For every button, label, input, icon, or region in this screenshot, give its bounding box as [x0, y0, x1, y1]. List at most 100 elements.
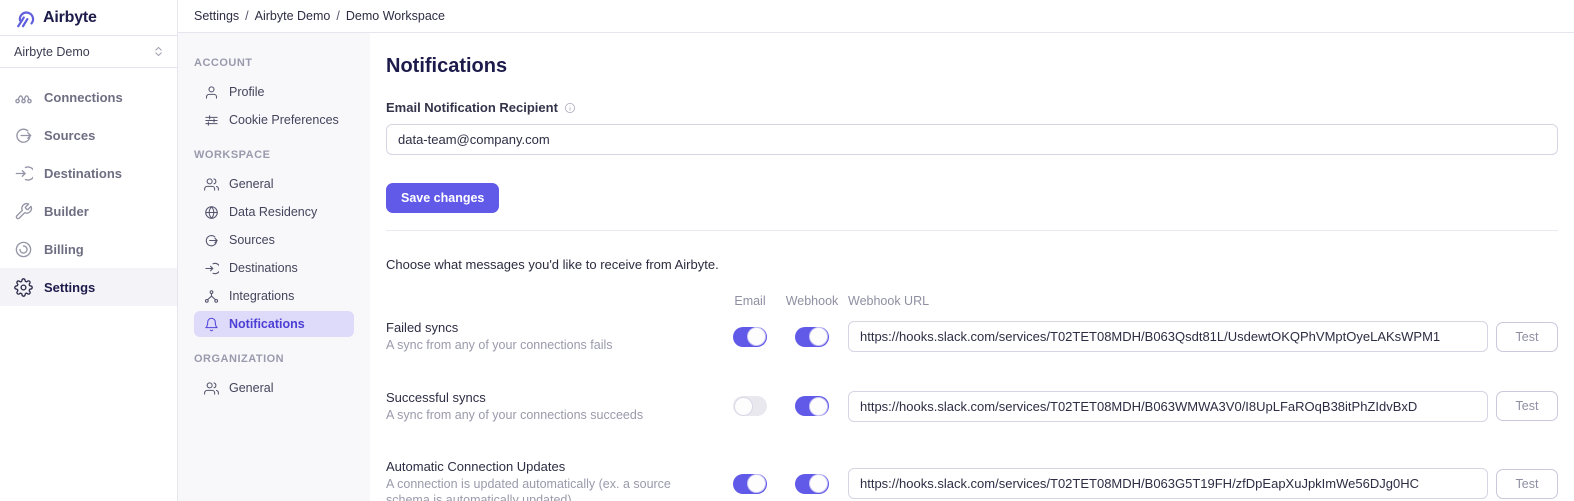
settings-nav-item-profile[interactable]: Profile: [194, 79, 354, 105]
user-icon: [204, 85, 219, 100]
info-icon[interactable]: [564, 102, 576, 114]
sidebar-item-label: Builder: [44, 204, 89, 219]
section-title: ACCOUNT: [194, 57, 354, 69]
webhook-column-header: Webhook: [784, 294, 840, 308]
settings-nav-item-destinations[interactable]: Destinations: [194, 255, 354, 281]
settings-nav-label: General: [229, 177, 273, 191]
toggle-knob: [734, 397, 753, 416]
users-icon: [204, 177, 219, 192]
main-sidebar: Airbyte Airbyte Demo Connections Sources…: [0, 0, 178, 501]
settings-nav-label: General: [229, 381, 273, 395]
email-recipient-input[interactable]: [386, 124, 1558, 155]
main-nav: Connections Sources Destinations Builder…: [0, 68, 177, 306]
webhook-url-column-header: Webhook URL: [848, 294, 1488, 308]
webhook-url-input[interactable]: [848, 321, 1488, 352]
email-toggle[interactable]: [733, 396, 767, 416]
settings-nav-item-general[interactable]: General: [194, 171, 354, 197]
webhook-toggle[interactable]: [795, 396, 829, 416]
toggle-knob: [747, 327, 766, 346]
breadcrumb-separator: /: [336, 9, 339, 23]
test-webhook-button[interactable]: Test: [1496, 322, 1558, 352]
email-toggle[interactable]: [733, 474, 767, 494]
save-changes-button[interactable]: Save changes: [386, 183, 499, 213]
settings-nav-item-sources[interactable]: Sources: [194, 227, 354, 253]
sidebar-item-settings[interactable]: Settings: [0, 268, 177, 306]
builder-icon: [14, 202, 33, 221]
test-webhook-button[interactable]: Test: [1496, 391, 1558, 421]
breadcrumb-workspace[interactable]: Airbyte Demo: [255, 9, 331, 23]
notification-description: A connection is updated automatically (e…: [386, 477, 716, 501]
airbyte-logo-icon: [14, 7, 36, 29]
notification-name: Successful syncs: [386, 390, 716, 405]
notification-row-automatic-connection-updates: Automatic Connection Updates A connectio…: [386, 459, 1558, 501]
settings-nav-item-integrations[interactable]: Integrations: [194, 283, 354, 309]
toggle-knob: [809, 397, 828, 416]
webhook-toggle[interactable]: [795, 474, 829, 494]
settings-nav-item-notifications[interactable]: Notifications: [194, 311, 354, 337]
sources-icon: [204, 233, 219, 248]
notification-row-failed-syncs: Failed syncs A sync from any of your con…: [386, 320, 1558, 354]
settings-nav-item-cookie-preferences[interactable]: Cookie Preferences: [194, 107, 354, 133]
settings-nav-label: Cookie Preferences: [229, 113, 339, 127]
settings-nav-label: Profile: [229, 85, 264, 99]
toggle-knob: [809, 327, 828, 346]
breadcrumb-separator: /: [245, 9, 248, 23]
settings-nav-label: Notifications: [229, 317, 305, 331]
billing-icon: [14, 240, 33, 259]
email-column-header: Email: [724, 294, 776, 308]
brand-logo[interactable]: Airbyte: [0, 0, 177, 36]
sidebar-item-connections[interactable]: Connections: [0, 78, 177, 116]
sidebar-item-destinations[interactable]: Destinations: [0, 154, 177, 192]
email-toggle[interactable]: [733, 327, 767, 347]
settings-nav: ACCOUNT Profile Cookie Preferences WORKS…: [178, 33, 370, 501]
sources-icon: [14, 126, 33, 145]
notification-name: Failed syncs: [386, 320, 716, 335]
notification-description: A sync from any of your connections fail…: [386, 338, 716, 354]
settings-nav-section-organization: ORGANIZATION General: [194, 353, 354, 401]
chevron-updown-icon: [152, 45, 165, 58]
app-window: Airbyte Airbyte Demo Connections Sources…: [0, 0, 1574, 501]
sidebar-item-billing[interactable]: Billing: [0, 230, 177, 268]
breadcrumb-current[interactable]: Demo Workspace: [346, 9, 445, 23]
section-title: WORKSPACE: [194, 149, 354, 161]
main-content: Notifications Email Notification Recipie…: [370, 33, 1574, 501]
sidebar-item-label: Destinations: [44, 166, 122, 181]
destinations-icon: [204, 261, 219, 276]
topbar: Settings / Airbyte Demo / Demo Workspace: [178, 0, 1574, 33]
users-icon: [204, 381, 219, 396]
brand-name: Airbyte: [43, 9, 97, 27]
notification-row-successful-syncs: Successful syncs A sync from any of your…: [386, 390, 1558, 424]
sidebar-item-label: Settings: [44, 280, 95, 295]
notification-description: A sync from any of your connections succ…: [386, 408, 716, 424]
email-recipient-label: Email Notification Recipient: [386, 100, 558, 115]
page-title: Notifications: [386, 55, 1558, 78]
integrations-icon: [204, 289, 219, 304]
connections-icon: [14, 88, 33, 107]
settings-nav-item-org-general[interactable]: General: [194, 375, 354, 401]
settings-nav-section-account: ACCOUNT Profile Cookie Preferences: [194, 57, 354, 133]
section-title: ORGANIZATION: [194, 353, 354, 365]
settings-nav-label: Data Residency: [229, 205, 317, 219]
webhook-url-input[interactable]: [848, 468, 1488, 499]
section-divider: [386, 230, 1558, 231]
settings-nav-item-data-residency[interactable]: Data Residency: [194, 199, 354, 225]
bell-icon: [204, 317, 219, 332]
webhook-toggle[interactable]: [795, 327, 829, 347]
settings-nav-section-workspace: WORKSPACE General Data Residency Sources: [194, 149, 354, 337]
sidebar-item-sources[interactable]: Sources: [0, 116, 177, 154]
notifications-table-header: Email Webhook Webhook URL: [386, 294, 1558, 308]
test-webhook-button[interactable]: Test: [1496, 469, 1558, 499]
sidebar-item-label: Sources: [44, 128, 95, 143]
notifications-description: Choose what messages you'd like to recei…: [386, 257, 1558, 272]
sidebar-item-label: Billing: [44, 242, 84, 257]
settings-nav-label: Integrations: [229, 289, 294, 303]
breadcrumb-settings[interactable]: Settings: [194, 9, 239, 23]
toggle-knob: [747, 474, 766, 493]
workspace-name: Airbyte Demo: [14, 45, 90, 59]
breadcrumb: Settings / Airbyte Demo / Demo Workspace: [194, 9, 445, 23]
webhook-url-input[interactable]: [848, 391, 1488, 422]
workspace-selector[interactable]: Airbyte Demo: [0, 36, 177, 68]
gear-icon: [14, 278, 33, 297]
globe-icon: [204, 205, 219, 220]
sidebar-item-builder[interactable]: Builder: [0, 192, 177, 230]
